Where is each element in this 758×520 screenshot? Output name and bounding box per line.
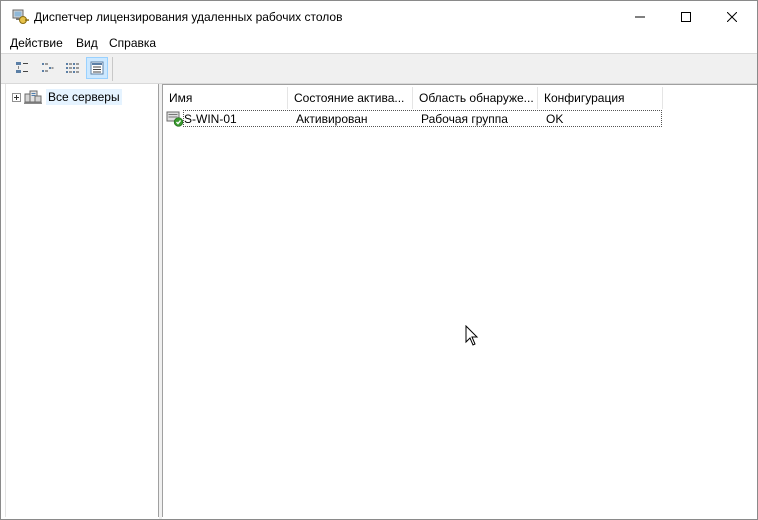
large-icons-view-button[interactable] [11, 57, 33, 79]
servers-group-icon [24, 90, 42, 104]
menu-bar: Действие Вид Справка [1, 33, 757, 53]
close-button[interactable] [709, 1, 755, 33]
main-content: Все серверы Имя Состояние актива... Обла… [1, 84, 757, 519]
maximize-icon [681, 12, 691, 22]
column-header-configuration[interactable]: Конфигурация [538, 87, 663, 109]
tree-pane[interactable]: Все серверы [5, 84, 159, 517]
menu-view[interactable]: Вид [76, 36, 98, 50]
large-icons-view-icon [16, 62, 28, 73]
close-icon [727, 12, 737, 22]
minimize-button[interactable] [617, 1, 663, 33]
toolbar-separator [112, 57, 113, 81]
details-view-icon [90, 61, 104, 75]
cell-discovery-scope: Рабочая группа [421, 112, 508, 126]
tree-item-label: Все серверы [46, 89, 122, 105]
cell-name: S-WIN-01 [184, 112, 237, 126]
list-header: Имя Состояние актива... Область обнаруже… [163, 87, 663, 109]
mouse-cursor-icon [465, 325, 479, 346]
cell-activation-status: Активирован [296, 112, 368, 126]
menu-help[interactable]: Справка [109, 36, 156, 50]
list-pane[interactable]: Имя Состояние актива... Область обнаруже… [162, 84, 757, 517]
window-title: Диспетчер лицензирования удаленных рабоч… [34, 10, 343, 24]
server-activated-icon [166, 111, 184, 127]
column-header-name[interactable]: Имя [163, 87, 288, 109]
license-manager-icon [12, 9, 29, 24]
minimize-icon [635, 16, 645, 18]
small-icons-view-icon [42, 63, 54, 72]
list-view-button[interactable] [61, 57, 83, 79]
small-icons-view-button[interactable] [36, 57, 58, 79]
maximize-button[interactable] [663, 1, 709, 33]
details-view-button[interactable] [86, 57, 108, 79]
cell-configuration: OK [546, 112, 564, 126]
tree-item-all-servers[interactable]: Все серверы [12, 88, 122, 106]
toolbar [1, 53, 757, 84]
tree-expand-plus-icon[interactable] [12, 92, 21, 102]
license-manager-window: Диспетчер лицензирования удаленных рабоч… [0, 0, 758, 520]
column-header-activation-status[interactable]: Состояние актива... [288, 87, 413, 109]
column-header-discovery-scope[interactable]: Область обнаруже... [413, 87, 538, 109]
list-view-icon [66, 63, 79, 73]
table-row[interactable]: S-WIN-01 Активирован Рабочая группа OK [163, 110, 665, 128]
title-bar[interactable]: Диспетчер лицензирования удаленных рабоч… [1, 1, 757, 33]
menu-action[interactable]: Действие [10, 36, 63, 50]
